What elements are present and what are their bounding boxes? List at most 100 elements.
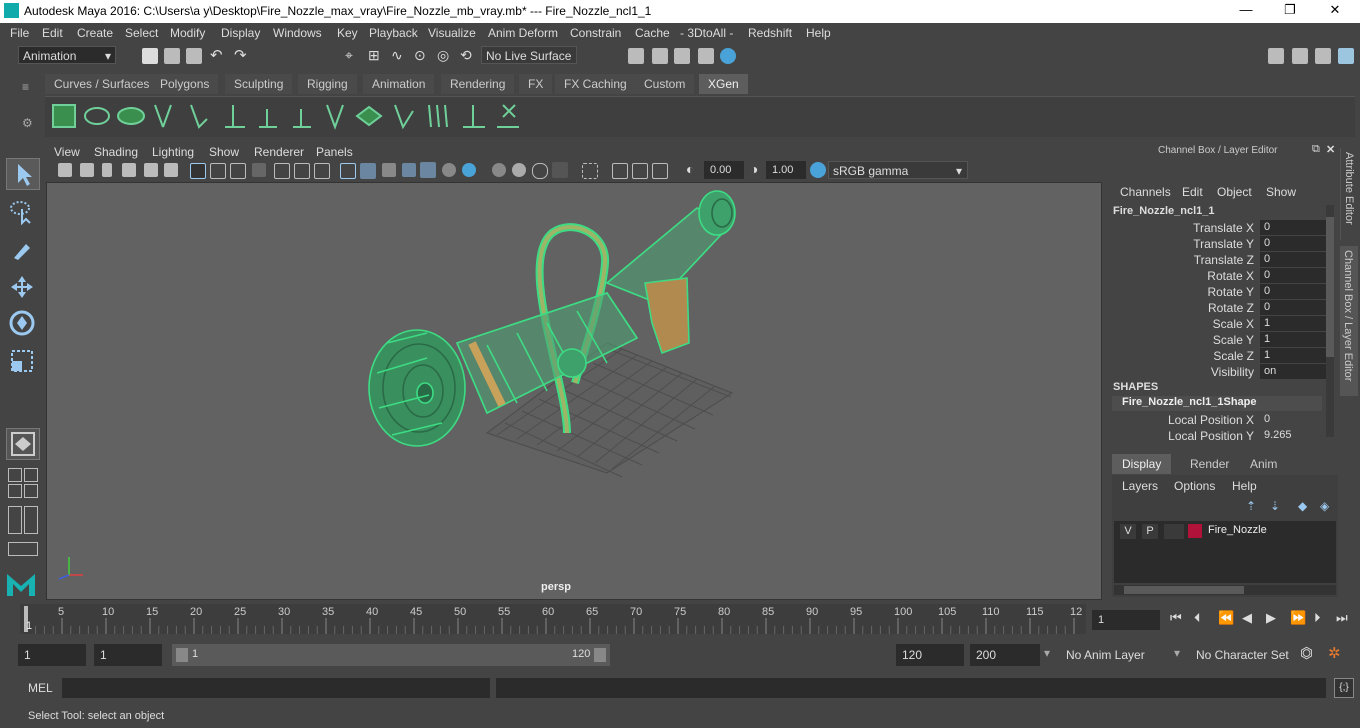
- hypershade-icon[interactable]: [720, 48, 736, 64]
- menu-file[interactable]: File: [10, 26, 29, 40]
- grease-pencil-icon[interactable]: [164, 163, 178, 177]
- play-backward-icon[interactable]: ◀: [1242, 610, 1252, 626]
- gate-mask-icon[interactable]: [252, 163, 266, 177]
- snap-point-icon[interactable]: ⊙: [414, 47, 426, 64]
- anti-aliasing-icon[interactable]: [512, 163, 526, 177]
- channel-value[interactable]: 1: [1260, 316, 1328, 331]
- channel-box-scrollbar[interactable]: [1326, 205, 1334, 437]
- layer-menu-options[interactable]: Options: [1174, 479, 1215, 493]
- layer-list-scrollbar[interactable]: [1114, 585, 1336, 595]
- move-tool-icon[interactable]: [6, 272, 38, 302]
- save-scene-icon[interactable]: [186, 48, 202, 64]
- wireframe-icon[interactable]: [340, 163, 356, 179]
- script-editor-icon[interactable]: {;}: [1334, 678, 1354, 698]
- new-layer-selected-icon[interactable]: ◈: [1320, 499, 1329, 513]
- viewport-menu-show[interactable]: Show: [209, 145, 239, 159]
- chevron-down-icon[interactable]: ▾: [1174, 646, 1180, 660]
- range-start-handle[interactable]: [176, 648, 188, 662]
- tab-render[interactable]: Render: [1180, 454, 1239, 474]
- channel-local-position-x[interactable]: Local Position X0: [1106, 412, 1338, 428]
- render-settings-icon[interactable]: [628, 48, 644, 64]
- color-management-toggle-icon[interactable]: [810, 162, 826, 178]
- shelf-tab-animation[interactable]: Animation: [363, 74, 435, 94]
- live-surface-field[interactable]: No Live Surface: [481, 46, 577, 64]
- menu-cache[interactable]: Cache: [635, 26, 670, 40]
- channel-rotate-x[interactable]: Rotate X0: [1106, 268, 1338, 284]
- open-scene-icon[interactable]: [164, 48, 180, 64]
- snap-surface-icon[interactable]: ⟲: [460, 47, 472, 64]
- motion-blur-icon[interactable]: [492, 163, 506, 177]
- image-plane-icon[interactable]: [122, 163, 136, 177]
- layer-display-type[interactable]: [1164, 524, 1184, 539]
- minimize-button[interactable]: —: [1236, 2, 1256, 20]
- channel-visibility[interactable]: Visibility on: [1106, 364, 1338, 380]
- select-by-hierarchy-icon[interactable]: ⌖: [345, 47, 353, 64]
- channel-local-position-y[interactable]: Local Position Y 9.265: [1106, 428, 1338, 444]
- cb-menu-show[interactable]: Show: [1266, 185, 1296, 199]
- depth-of-field-icon[interactable]: [532, 163, 548, 179]
- menu-anim-deform[interactable]: Anim Deform: [488, 26, 558, 40]
- workspace-icon[interactable]: [1268, 48, 1284, 64]
- channel-rotate-y[interactable]: Rotate Y0: [1106, 284, 1338, 300]
- attribute-editor-tab[interactable]: Attribute Editor: [1340, 148, 1359, 240]
- textured-icon[interactable]: [402, 163, 416, 177]
- channel-value[interactable]: 0: [1260, 252, 1328, 267]
- menu-visualize[interactable]: Visualize: [428, 26, 476, 40]
- playback-end-field[interactable]: 120: [896, 644, 964, 666]
- viewport-menu-panels[interactable]: Panels: [316, 145, 353, 159]
- shelf-tab-sculpting[interactable]: Sculpting: [225, 74, 293, 94]
- new-scene-icon[interactable]: [142, 48, 158, 64]
- scale-tool-icon[interactable]: [6, 346, 38, 376]
- shelf-tab-curves-surfaces[interactable]: Curves / Surfaces: [45, 74, 159, 94]
- xgen-length-icon[interactable]: [463, 105, 485, 128]
- persp-graph-layout-icon[interactable]: [24, 484, 38, 498]
- go-to-end-icon[interactable]: ⏭: [1336, 610, 1348, 626]
- channel-value[interactable]: 1: [1260, 348, 1328, 363]
- channel-value[interactable]: 0: [1260, 284, 1328, 299]
- xgen-guide-add-icon[interactable]: [154, 104, 172, 128]
- xray-icon[interactable]: [582, 163, 598, 179]
- menu-windows[interactable]: Windows: [273, 26, 322, 40]
- wireframe-on-shaded-icon[interactable]: [382, 163, 396, 177]
- rotate-tool-icon[interactable]: [6, 308, 38, 338]
- range-slider[interactable]: 1 120: [172, 644, 610, 666]
- channel-scale-y[interactable]: Scale Y1: [1106, 332, 1338, 348]
- tab-anim[interactable]: Anim: [1240, 454, 1287, 474]
- layer-color-swatch[interactable]: [1188, 524, 1202, 538]
- xgen-delete-guide-icon[interactable]: [497, 104, 519, 128]
- menu-key[interactable]: Key: [337, 26, 358, 40]
- backface-culling-icon[interactable]: [652, 163, 668, 179]
- move-layer-up-icon[interactable]: ⇡: [1246, 499, 1256, 513]
- mel-label[interactable]: MEL: [28, 681, 53, 695]
- render-view-icon[interactable]: [698, 48, 714, 64]
- menu-help[interactable]: Help: [806, 26, 831, 40]
- playback-start-field[interactable]: 1: [94, 644, 162, 666]
- field-chart-icon[interactable]: [274, 163, 290, 179]
- menu-3dtoall[interactable]: - 3DtoAll -: [680, 26, 733, 40]
- viewport-menu-lighting[interactable]: Lighting: [152, 145, 194, 159]
- safe-action-icon[interactable]: [294, 163, 310, 179]
- layer-visibility-toggle[interactable]: V: [1120, 524, 1136, 539]
- snap-grid-icon[interactable]: ⊞: [368, 47, 380, 64]
- select-tool-icon[interactable]: [6, 158, 40, 190]
- menu-redshift[interactable]: Redshift: [748, 26, 792, 40]
- anim-layer-dropdown[interactable]: No Anim Layer: [1062, 644, 1164, 666]
- shadows-icon[interactable]: [442, 163, 456, 177]
- time-slider[interactable]: 5 10 15 20 25 30 35 40 45 50 55 60 65 70 75 80 85 90 95 100…: [20, 604, 1086, 634]
- channel-value[interactable]: 1: [1260, 332, 1328, 347]
- step-back-icon[interactable]: ⏴: [1194, 610, 1201, 626]
- xgen-guide-lock-icon[interactable]: [293, 109, 311, 128]
- close-button[interactable]: ✕: [1325, 2, 1345, 20]
- channel-value[interactable]: 0: [1260, 300, 1328, 315]
- paint-select-tool-icon[interactable]: [6, 234, 38, 264]
- film-gate-icon[interactable]: [210, 163, 226, 179]
- cb-menu-channels[interactable]: Channels: [1120, 185, 1171, 199]
- shelf-tab-rigging[interactable]: Rigging: [298, 74, 357, 94]
- exposure-field[interactable]: 0.00: [704, 161, 744, 179]
- lasso-tool-icon[interactable]: [6, 196, 38, 226]
- camera-select-icon[interactable]: [58, 163, 72, 177]
- xgen-guide-place-icon[interactable]: [225, 105, 245, 128]
- menu-playback[interactable]: Playback: [369, 26, 418, 40]
- scene-start-field[interactable]: 1: [18, 644, 86, 666]
- range-end-handle[interactable]: [594, 648, 606, 662]
